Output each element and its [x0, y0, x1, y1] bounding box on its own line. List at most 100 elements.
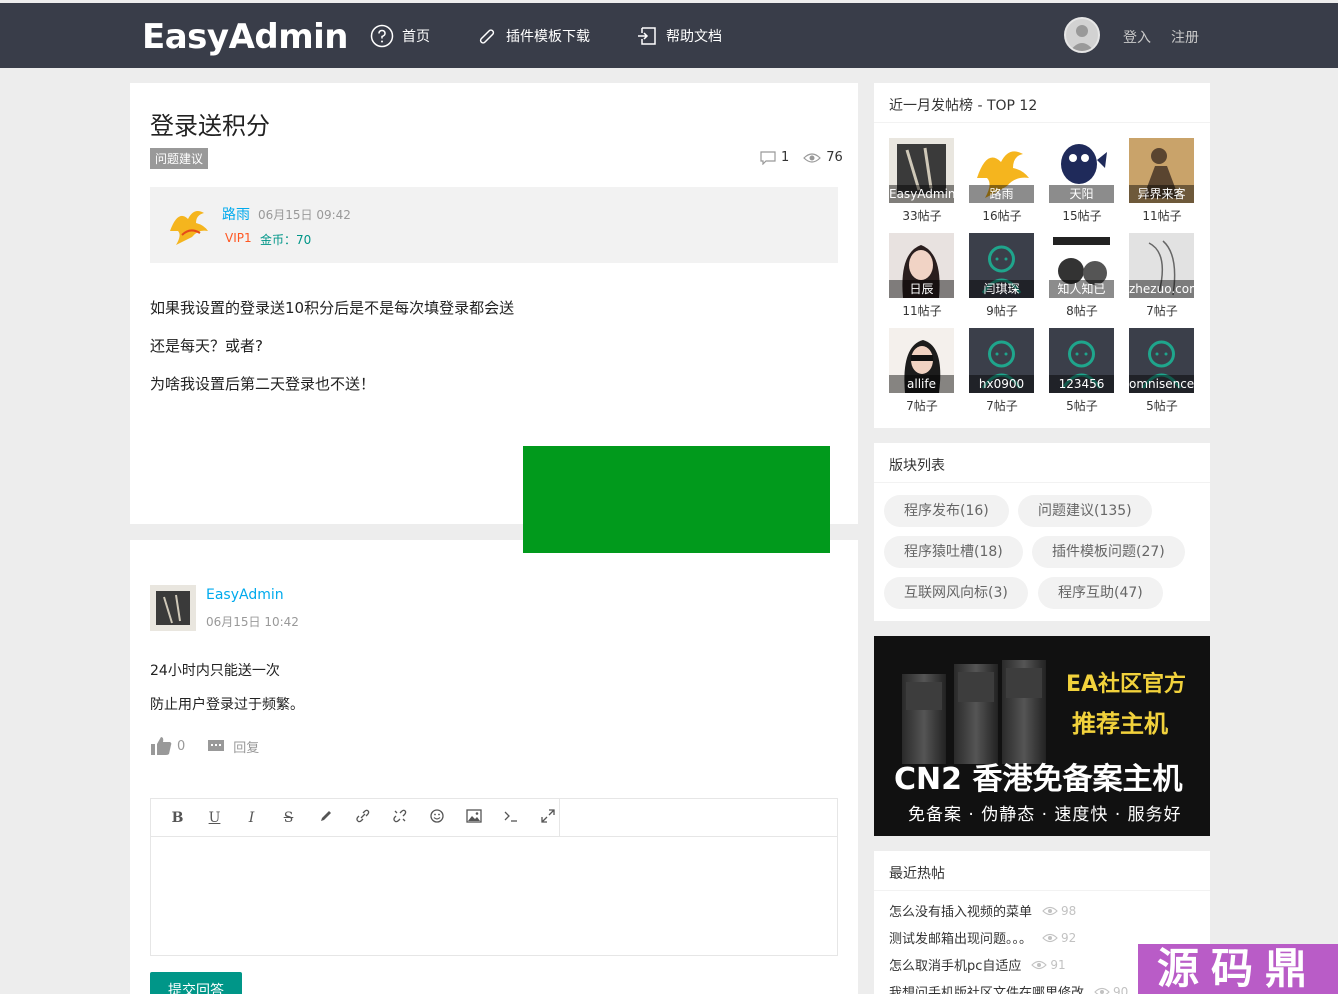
top-poster-count: 7帖子 [986, 399, 1018, 413]
top-poster-avatar[interactable]: 天阳 [1049, 138, 1114, 203]
top-poster-avatar[interactable]: omnisence [1129, 328, 1194, 393]
top-poster-avatar[interactable]: allife [889, 328, 954, 393]
top-poster[interactable]: 路雨 16帖子 [969, 138, 1035, 224]
hot-post-item[interactable]: 怎么取消手机pc自适应 91 [889, 955, 1066, 975]
fullscreen-icon[interactable] [529, 808, 566, 827]
top-poster[interactable]: allife 7帖子 [889, 328, 955, 414]
board-chip[interactable]: 程序发布(16) [884, 495, 1009, 527]
top-poster-count: 33帖子 [902, 209, 942, 223]
hot-post-view-count: 90 [1113, 984, 1129, 994]
main-nav: 首页 插件模板下载 帮助文档 [370, 3, 768, 68]
pencil-icon[interactable] [307, 809, 344, 827]
top-poster-avatar[interactable]: 闫琪琛 [969, 233, 1034, 298]
top-poster-avatar[interactable]: EasyAdmin [889, 138, 954, 203]
top-poster-count: 7帖子 [906, 399, 938, 413]
strike-button[interactable]: S [270, 810, 307, 826]
author-avatar[interactable] [164, 201, 212, 249]
post-paragraph: 如果我设置的登录送10积分后是不是每次填登录都会送 [150, 299, 515, 317]
top-poster-avatar[interactable]: 知人知已 [1049, 233, 1114, 298]
reply-button[interactable]: 回复 [207, 737, 259, 756]
top-poster-count: 16帖子 [982, 209, 1022, 223]
eye-icon [1094, 987, 1110, 994]
top-poster[interactable]: EasyAdmin 33帖子 [889, 138, 955, 224]
top-poster-name: zhezuo.com [1129, 280, 1194, 298]
unlink-icon[interactable] [381, 809, 418, 827]
nav-plugins[interactable]: 插件模板下载 [476, 25, 590, 47]
board-chip[interactable]: 程序猿吐槽(18) [884, 536, 1023, 568]
hot-post-title[interactable]: 怎么没有插入视频的菜单 [889, 901, 1032, 920]
hot-posts-title: 最近热帖 [889, 866, 945, 882]
eye-icon [803, 152, 822, 163]
hot-post-views: 92 [1042, 931, 1076, 945]
like-button[interactable]: 0 [150, 736, 185, 756]
top-poster[interactable]: zhezuo.com 7帖子 [1129, 233, 1195, 319]
nav-plugins-label: 插件模板下载 [506, 28, 590, 45]
board-chip[interactable]: 互联网风向标(3) [884, 577, 1028, 609]
nav-docs-label: 帮助文档 [666, 28, 722, 45]
top-poster-avatar[interactable]: 日辰 [889, 233, 954, 298]
nav-docs[interactable]: 帮助文档 [636, 25, 722, 47]
top-poster-avatar[interactable]: zhezuo.com [1129, 233, 1194, 298]
hot-post-item[interactable]: 我想问手机版社区文件在哪里修改 90 [889, 982, 1128, 994]
post-tag[interactable]: 问题建议 [150, 148, 209, 169]
login-link[interactable]: 登入 [1123, 27, 1151, 47]
ad-subheadline: 推荐主机 [1072, 710, 1168, 738]
top-poster-avatar[interactable]: hx0900 [969, 328, 1034, 393]
eye-icon [1031, 960, 1048, 969]
link-icon[interactable] [344, 809, 381, 827]
top-poster[interactable]: 闫琪琛 9帖子 [969, 233, 1035, 319]
top-poster-name: 知人知已 [1049, 280, 1114, 298]
top-poster-count: 8帖子 [1066, 304, 1098, 318]
top-poster[interactable]: 异界来客 11帖子 [1129, 138, 1195, 224]
board-chip[interactable]: 插件模板问题(27) [1032, 536, 1185, 568]
boards-title: 版块列表 [889, 458, 945, 474]
top-poster[interactable]: hx0900 7帖子 [969, 328, 1035, 414]
image-icon[interactable] [455, 808, 492, 827]
hot-post-views: 98 [1042, 904, 1076, 918]
post-paragraph: 还是每天？或者? [150, 337, 263, 355]
hosting-ad-banner[interactable]: EA社区官方 推荐主机 CN2 香港免备案主机 免备案 · 伪静态 · 速度快 … [874, 636, 1210, 836]
hot-post-title[interactable]: 测试发邮箱出现问题。。。 [889, 928, 1032, 947]
comment-icon [760, 150, 776, 165]
top-poster-name: 123456 [1049, 375, 1114, 393]
top-poster-count: 7帖子 [1146, 304, 1178, 318]
smile-icon[interactable] [418, 808, 455, 827]
top-poster[interactable]: omnisence 5帖子 [1129, 328, 1195, 414]
italic-button[interactable]: I [233, 810, 270, 826]
code-icon[interactable] [492, 810, 529, 826]
hot-post-item[interactable]: 测试发邮箱出现问题。。。 92 [889, 928, 1076, 948]
divider [874, 482, 1210, 483]
avatar[interactable] [1064, 17, 1100, 53]
submit-answer-button[interactable]: 提交回答 [150, 972, 242, 994]
underline-button[interactable]: U [196, 810, 233, 826]
logo[interactable]: EasyAdmin [142, 17, 349, 57]
top-poster[interactable]: 123456 5帖子 [1049, 328, 1115, 414]
hot-post-views: 91 [1031, 958, 1066, 972]
board-chip[interactable]: 程序互助(47) [1038, 577, 1163, 609]
reply-author-name[interactable]: EasyAdmin [206, 587, 284, 603]
register-link[interactable]: 注册 [1171, 27, 1199, 47]
reply-actions: 0 回复 [150, 736, 259, 756]
top-poster-name: 闫琪琛 [969, 280, 1034, 298]
top-poster[interactable]: 知人知已 8帖子 [1049, 233, 1115, 319]
divider [874, 122, 1210, 123]
reply-avatar[interactable] [150, 585, 196, 631]
board-chip[interactable]: 问题建议(135) [1018, 495, 1152, 527]
top-poster[interactable]: 天阳 15帖子 [1049, 138, 1115, 224]
hot-post-title[interactable]: 怎么取消手机pc自适应 [889, 955, 1021, 974]
top-poster-avatar[interactable]: 路雨 [969, 138, 1034, 203]
gold-coins: 金币：70 [260, 233, 312, 247]
top-poster-avatar[interactable]: 异界来客 [1129, 138, 1194, 203]
top-poster[interactable]: 日辰 11帖子 [889, 233, 955, 319]
author-name[interactable]: 路雨 [222, 204, 250, 224]
top-poster-avatar[interactable]: 123456 [1049, 328, 1114, 393]
bold-button[interactable]: B [159, 810, 196, 826]
hot-post-item[interactable]: 怎么没有插入视频的菜单 98 [889, 901, 1076, 921]
avatar-photo-icon [150, 585, 196, 631]
nav-home[interactable]: 首页 [370, 24, 430, 48]
eye-icon [1042, 933, 1058, 942]
editor-textarea[interactable] [151, 837, 837, 955]
hot-post-title[interactable]: 我想问手机版社区文件在哪里修改 [889, 982, 1084, 994]
ad-features: 免备案 · 伪静态 · 速度快 · 服务好 [908, 805, 1182, 825]
green-ad-block[interactable] [523, 446, 830, 553]
